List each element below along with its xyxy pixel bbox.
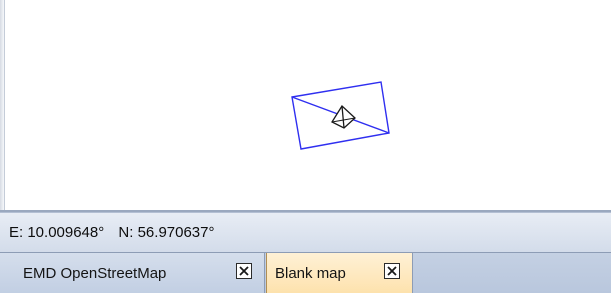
close-icon[interactable] xyxy=(384,263,400,279)
tab-emd-openstreetmap[interactable]: EMD OpenStreetMap xyxy=(0,253,265,293)
map-canvas[interactable] xyxy=(5,0,611,210)
tab-label: Blank map xyxy=(275,264,346,282)
easting-value: E: 10.009648° xyxy=(9,224,105,241)
northing-value: N: 56.970637° xyxy=(118,224,215,241)
tab-blank-map[interactable]: Blank map xyxy=(266,253,413,293)
tab-strip: EMD OpenStreetMap Blank map xyxy=(0,252,611,293)
pyramid-icon[interactable] xyxy=(331,104,356,129)
close-icon[interactable] xyxy=(236,263,252,279)
map-window: E: 10.009648° N: 56.970637° EMD OpenStre… xyxy=(0,0,611,293)
tab-label: EMD OpenStreetMap xyxy=(23,264,167,282)
coordinate-readout: E: 10.009648° N: 56.970637° xyxy=(9,224,225,241)
status-bar: E: 10.009648° N: 56.970637° xyxy=(0,212,611,252)
